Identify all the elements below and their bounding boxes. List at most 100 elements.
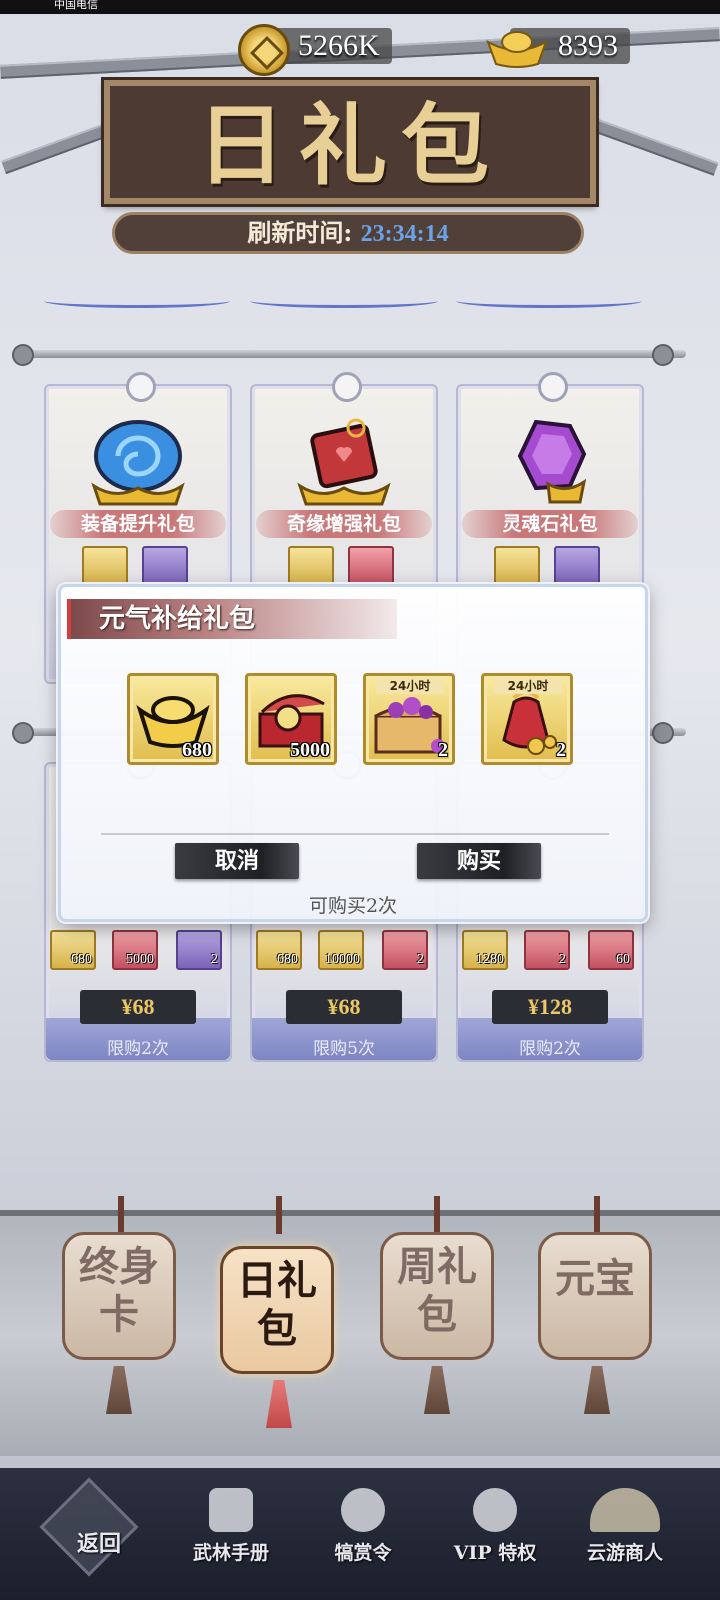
nav-vip[interactable]: VIP 特权 bbox=[440, 1488, 550, 1584]
nav-label: 犒赏令 bbox=[334, 1542, 392, 1564]
reward-item-bag[interactable]: 24小时 2 bbox=[481, 673, 573, 765]
mini-bag-icon: 2 bbox=[382, 930, 428, 970]
nav-handbook[interactable]: 武林手册 bbox=[176, 1488, 286, 1584]
mini-chest-icon: 2 bbox=[176, 930, 222, 970]
roof-beam bbox=[591, 118, 719, 176]
title-plaque: 日礼包 bbox=[101, 77, 599, 207]
lantern-label: 元宝 bbox=[555, 1255, 635, 1302]
nav-travel-merchant[interactable]: 云游商人 bbox=[570, 1488, 680, 1584]
reward-item-box[interactable]: 5000 bbox=[245, 673, 337, 765]
gift-card-name: 装备提升礼包 bbox=[50, 510, 226, 538]
rod-cap bbox=[7, 339, 39, 371]
lantern-label: 日礼包 bbox=[237, 1257, 317, 1352]
nav-reward-order[interactable]: 犒赏令 bbox=[308, 1488, 418, 1584]
duration-tag: 24小时 bbox=[494, 678, 562, 694]
mini-count: 2 bbox=[211, 952, 218, 967]
ingot-counter: 8393 bbox=[486, 24, 630, 68]
mini-charm-icon bbox=[348, 546, 394, 586]
decor-arc bbox=[250, 294, 438, 308]
book-icon bbox=[209, 1488, 253, 1532]
coin-icon bbox=[238, 24, 290, 76]
purple-gem-icon bbox=[517, 419, 587, 504]
tab-lifetime-card[interactable]: 终身卡 bbox=[62, 1232, 176, 1360]
vip-crown-icon bbox=[473, 1488, 517, 1532]
nav-label: VIP 特权 bbox=[453, 1542, 537, 1564]
cancel-button[interactable]: 取消 bbox=[175, 843, 299, 879]
mini-ingot-icon: 1280 bbox=[462, 930, 508, 970]
gift-card-name: 灵魂石礼包 bbox=[462, 510, 638, 538]
mini-count: 5000 bbox=[126, 952, 154, 967]
reward-item-chest[interactable]: 24小时 2 bbox=[363, 673, 455, 765]
token-icon bbox=[341, 1488, 385, 1532]
price-button[interactable]: ¥128 bbox=[492, 990, 608, 1024]
item-count: 2 bbox=[438, 739, 448, 761]
price-button[interactable]: ¥68 bbox=[286, 990, 402, 1024]
remaining-purchases: 可购买2次 bbox=[308, 895, 398, 917]
decor-arc bbox=[44, 294, 230, 308]
coin-counter: 5266K bbox=[238, 24, 392, 76]
mini-gem-icon bbox=[554, 546, 600, 586]
dialog-divider bbox=[101, 833, 609, 835]
dialog-title: 元气补给礼包 bbox=[67, 599, 397, 639]
purchase-dialog: 元气补给礼包 680 5000 24小时 2 24小时 2 取消 购买 可购买2… bbox=[58, 584, 648, 922]
rod-cap bbox=[7, 717, 39, 749]
lantern-string bbox=[276, 1196, 282, 1234]
bottom-nav: 返回 武林手册 犒赏令 VIP 特权 云游商人 bbox=[0, 1468, 720, 1600]
mini-ingot-icon: 680 bbox=[50, 930, 96, 970]
mini-chest-icon: 2 bbox=[524, 930, 570, 970]
mini-count: 60 bbox=[616, 952, 630, 967]
refresh-timer: 刷新时间: 23:34:14 bbox=[112, 212, 584, 254]
lantern-label: 终身卡 bbox=[79, 1243, 159, 1338]
mini-ingot-icon bbox=[288, 546, 334, 586]
item-count: 2 bbox=[556, 739, 566, 761]
rod-cap bbox=[647, 339, 679, 371]
mini-count: 1280 bbox=[476, 952, 504, 967]
status-bar: 中国电信 bbox=[0, 0, 720, 14]
red-charm-icon bbox=[297, 418, 391, 506]
refresh-time: 23:34:14 bbox=[360, 221, 449, 247]
mini-box-icon: 5000 bbox=[112, 930, 158, 970]
mini-count: 10000 bbox=[325, 952, 360, 967]
mini-ingot-icon bbox=[82, 546, 128, 586]
item-count: 5000 bbox=[290, 739, 330, 761]
tab-ingots[interactable]: 元宝 bbox=[538, 1232, 652, 1360]
duration-tag: 24小时 bbox=[376, 678, 444, 694]
price-button[interactable]: ¥68 bbox=[80, 990, 196, 1024]
tab-weekly-pack[interactable]: 周礼包 bbox=[380, 1232, 494, 1360]
gold-ingot-icon bbox=[486, 31, 548, 68]
item-count: 680 bbox=[182, 739, 212, 761]
reward-item-ingot[interactable]: 680 bbox=[127, 673, 219, 765]
mini-ingot-icon: 680 bbox=[256, 930, 302, 970]
lantern-string bbox=[594, 1196, 600, 1234]
blue-shell-icon bbox=[91, 420, 185, 506]
mini-box-icon: 10000 bbox=[318, 930, 364, 970]
nav-label: 武林手册 bbox=[192, 1542, 269, 1564]
mini-count: 680 bbox=[71, 952, 92, 967]
mini-crystal-icon bbox=[142, 546, 188, 586]
hanging-rod bbox=[18, 350, 686, 358]
merchant-fan-icon bbox=[590, 1488, 660, 1532]
mini-ingot-icon bbox=[494, 546, 540, 586]
decor-arc bbox=[456, 294, 642, 308]
lantern-string bbox=[118, 1196, 124, 1234]
roof-beam bbox=[1, 119, 119, 175]
nav-label: 云游商人 bbox=[586, 1542, 663, 1564]
lantern-label: 周礼包 bbox=[397, 1243, 477, 1338]
mini-count: 680 bbox=[277, 952, 298, 967]
mini-count: 2 bbox=[559, 952, 566, 967]
buy-button[interactable]: 购买 bbox=[417, 843, 541, 879]
carrier-label: 中国电信 bbox=[54, 0, 98, 11]
tab-daily-pack[interactable]: 日礼包 bbox=[220, 1246, 334, 1374]
nav-label: 返回 bbox=[76, 1531, 121, 1557]
lantern-string bbox=[434, 1196, 440, 1234]
mini-count: 2 bbox=[417, 952, 424, 967]
purchase-limit: 限购2次 bbox=[519, 1039, 581, 1059]
refresh-label: 刷新时间: bbox=[247, 218, 353, 247]
purchase-limit: 限购5次 bbox=[313, 1039, 375, 1059]
nav-back[interactable]: 返回 bbox=[39, 1477, 154, 1584]
purchase-limit: 限购2次 bbox=[107, 1039, 169, 1059]
rod-cap bbox=[647, 717, 679, 749]
gift-card-name: 奇缘增强礼包 bbox=[256, 510, 432, 538]
page-title: 日礼包 bbox=[196, 93, 503, 197]
mini-feather-icon: 60 bbox=[588, 930, 634, 970]
